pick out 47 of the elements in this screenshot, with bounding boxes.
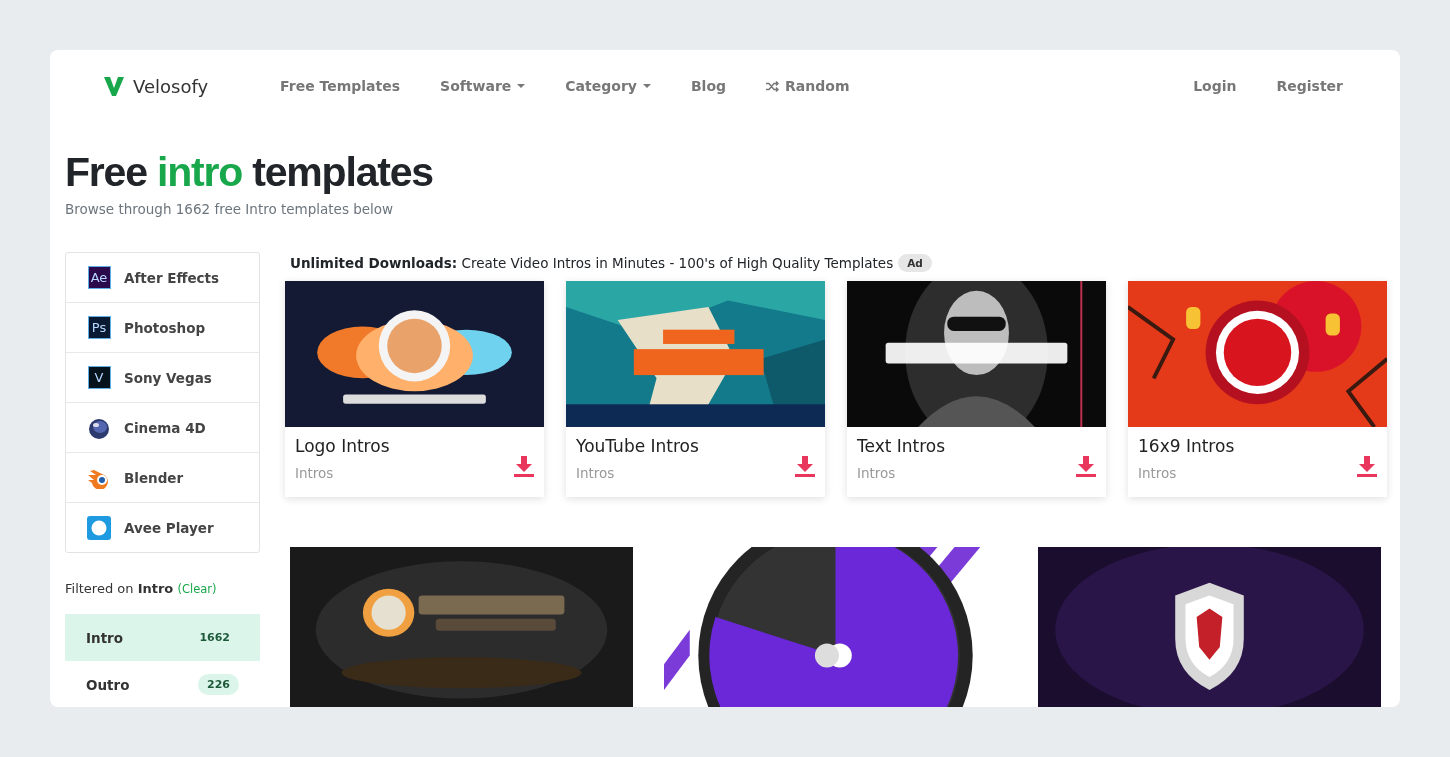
ad-badge: Ad	[898, 254, 932, 272]
filter-text: Filtered on Intro (Clear)	[65, 581, 218, 596]
software-logo-icon: Ae	[87, 266, 111, 289]
software-item[interactable]: Cinema 4D	[66, 402, 259, 452]
software-item[interactable]: Blender	[66, 452, 259, 502]
brand-name[interactable]: Velosofy	[133, 75, 209, 97]
software-logo-icon: V	[87, 366, 111, 389]
download-icon[interactable]	[1357, 456, 1377, 477]
template-title[interactable]: 16x9 Intros	[1138, 436, 1235, 456]
template-card[interactable]: Text Intros Intros	[847, 281, 1106, 497]
category-count: 1662	[198, 630, 231, 646]
software-item[interactable]: Ps Photoshop	[66, 302, 259, 352]
software-logo-icon: Ps	[87, 316, 111, 339]
template-category: Intros	[576, 465, 616, 481]
nav-link[interactable]: Free Templates	[260, 70, 421, 102]
software-item[interactable]: Avee Player	[66, 502, 259, 552]
template-card[interactable]: YouTube Intros Intros	[566, 281, 825, 497]
nav-link[interactable]: Random	[746, 70, 870, 102]
nav-link[interactable]: Software	[420, 70, 546, 102]
player-app-icon	[87, 515, 111, 540]
shuffle-icon	[766, 80, 780, 92]
download-icon[interactable]	[514, 456, 534, 477]
template-title[interactable]: Logo Intros	[295, 436, 390, 456]
software-item[interactable]: V Sony Vegas	[66, 352, 259, 402]
nav-link[interactable]: Category	[545, 70, 671, 102]
template-category: Intros	[1138, 465, 1178, 481]
nav-link[interactable]: Register	[1256, 70, 1363, 102]
logo-icon	[104, 76, 124, 96]
category-item[interactable]: Intro 1662	[65, 614, 260, 661]
software-item[interactable]: Ae After Effects	[66, 253, 259, 302]
download-icon[interactable]	[1076, 456, 1096, 477]
template-category: Intros	[295, 465, 335, 481]
page-subtitle: Browse through 1662 free Intro templates below	[65, 201, 395, 217]
nav-link[interactable]: Login	[1173, 70, 1257, 102]
category-item[interactable]: Outro 226	[65, 661, 260, 707]
template-title[interactable]: Text Intros	[857, 436, 946, 456]
category-count: 226	[198, 674, 239, 695]
caret-icon	[642, 84, 651, 88]
template-title[interactable]: YouTube Intros	[576, 436, 699, 456]
page-title: Free intro templates	[65, 148, 434, 197]
caret-icon	[517, 84, 526, 88]
download-icon[interactable]	[795, 456, 815, 477]
template-card[interactable]: 16x9 Intros Intros	[1128, 281, 1387, 497]
template-category: Intros	[857, 465, 897, 481]
nav-link[interactable]: Blog	[670, 70, 747, 102]
template-card[interactable]: Logo Intros Intros	[285, 281, 544, 497]
ad-text[interactable]: Unlimited Downloads: Create Video Intros in Minutes - 100's of High Quality Templates	[290, 255, 894, 271]
